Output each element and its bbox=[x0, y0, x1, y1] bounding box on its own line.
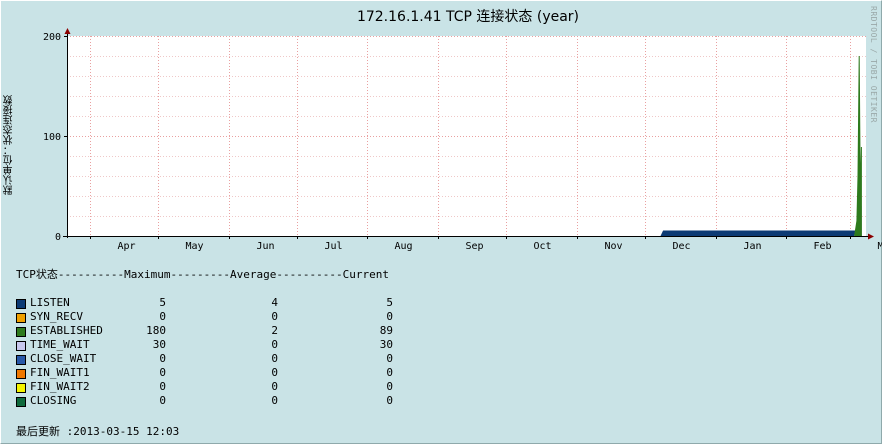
legend-cur: 0 bbox=[386, 352, 393, 365]
legend-rows: LISTEN 5 4 5 SYN_RECV 0 0 0 ESTABLISHED 180 2 89 TIM… bbox=[16, 296, 393, 408]
x-tick-label: Nov bbox=[604, 241, 622, 252]
x-tick-label: Oct bbox=[533, 241, 551, 252]
x-tick-label: Mar bbox=[877, 241, 882, 252]
legend-spacer bbox=[16, 282, 389, 296]
legend-max: 0 bbox=[159, 352, 166, 365]
legend-max: 180 bbox=[146, 324, 166, 337]
legend-name: TIME_WAIT bbox=[30, 338, 90, 351]
chart-plot: 0 100 200 Apr May Jun Jul Aug Sep Oct Nov Dec Jan Feb… bbox=[43, 28, 882, 252]
legend-item: LISTEN 5 4 5 bbox=[16, 296, 393, 310]
legend-avg: 2 bbox=[271, 324, 278, 337]
legend-max: 0 bbox=[159, 310, 166, 323]
x-tick-label: Jan bbox=[743, 241, 761, 252]
legend-avg: 0 bbox=[271, 338, 278, 351]
series-listen-area bbox=[660, 230, 860, 237]
legend-swatch bbox=[16, 355, 26, 365]
legend-cur: 0 bbox=[386, 394, 393, 407]
legend-max: 0 bbox=[159, 366, 166, 379]
legend-max: 5 bbox=[159, 296, 166, 309]
legend-avg: 0 bbox=[271, 394, 278, 407]
legend-avg: 0 bbox=[271, 352, 278, 365]
y-tick-label: 0 bbox=[55, 232, 61, 243]
legend-cur: 0 bbox=[386, 380, 393, 393]
x-tick-label: Jun bbox=[256, 241, 274, 252]
legend-cur: 30 bbox=[379, 338, 393, 351]
legend-item: CLOSE_WAIT 0 0 0 bbox=[16, 352, 393, 366]
x-tick-label: Feb bbox=[813, 241, 831, 252]
legend-item: ESTABLISHED 180 2 89 bbox=[16, 324, 393, 338]
legend-name: LISTEN bbox=[30, 296, 70, 309]
legend-max: 0 bbox=[159, 394, 166, 407]
legend-name: FIN_WAIT1 bbox=[30, 366, 90, 379]
legend-swatch bbox=[16, 341, 26, 351]
y-tick-label: 200 bbox=[43, 32, 61, 43]
legend-cur: 89 bbox=[379, 324, 393, 337]
legend-max: 0 bbox=[159, 380, 166, 393]
legend-swatch bbox=[16, 313, 26, 323]
x-tick-label: Dec bbox=[672, 241, 690, 252]
legend-name: FIN_WAIT2 bbox=[30, 380, 90, 393]
legend-name: SYN_RECV bbox=[30, 310, 83, 323]
legend: TCP状态----------Maximum---------Average--… bbox=[16, 268, 393, 408]
legend-header: TCP状态----------Maximum---------Average--… bbox=[16, 268, 389, 281]
legend-cur: 5 bbox=[386, 296, 393, 309]
legend-swatch bbox=[16, 369, 26, 379]
legend-swatch bbox=[16, 397, 26, 407]
y-tick-label: 100 bbox=[43, 132, 61, 143]
legend-avg: 0 bbox=[271, 366, 278, 379]
legend-item: TIME_WAIT 30 0 30 bbox=[16, 338, 393, 352]
legend-cur: 0 bbox=[386, 310, 393, 323]
legend-name: CLOSING bbox=[30, 394, 77, 407]
x-tick-label: Apr bbox=[117, 241, 135, 252]
legend-swatch bbox=[16, 299, 26, 309]
legend-avg: 0 bbox=[271, 310, 278, 323]
x-tick-label: Sep bbox=[465, 241, 483, 252]
legend-name: CLOSE_WAIT bbox=[30, 352, 97, 365]
legend-avg: 4 bbox=[271, 296, 278, 309]
legend-item: SYN_RECV 0 0 0 bbox=[16, 310, 393, 324]
legend-cur: 0 bbox=[386, 366, 393, 379]
x-tick-label: Aug bbox=[394, 241, 412, 252]
legend-item: FIN_WAIT1 0 0 0 bbox=[16, 366, 393, 380]
last-update: 最后更新 :2013-03-15 12:03 bbox=[16, 425, 180, 438]
legend-swatch bbox=[16, 327, 26, 337]
legend-swatch bbox=[16, 383, 26, 393]
legend-avg: 0 bbox=[271, 380, 278, 393]
x-axis-arrow bbox=[868, 233, 874, 240]
legend-item: FIN_WAIT2 0 0 0 bbox=[16, 380, 393, 394]
legend-max: 30 bbox=[152, 338, 166, 351]
legend-name: ESTABLISHED bbox=[30, 324, 103, 337]
y-axis-arrow bbox=[64, 28, 71, 34]
x-tick-label: Jul bbox=[324, 241, 342, 252]
legend-item: CLOSING 0 0 0 bbox=[16, 394, 393, 408]
x-tick-label: May bbox=[185, 241, 203, 252]
